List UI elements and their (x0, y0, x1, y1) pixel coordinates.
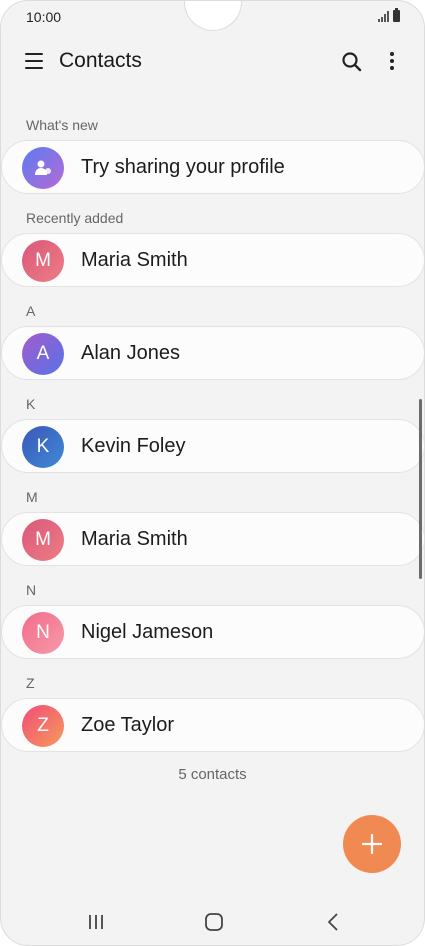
recent-apps-icon[interactable] (87, 913, 105, 931)
status-icons (378, 8, 400, 22)
hamburger-menu-icon[interactable] (25, 53, 43, 69)
contact-card-maria-smith[interactable]: M Maria Smith (1, 512, 424, 566)
section-header-z: Z (26, 675, 35, 691)
phone-screen: 10:00 Contacts What's new Try sharing yo… (0, 0, 425, 946)
back-icon[interactable] (325, 912, 341, 932)
app-bar: Contacts (1, 41, 424, 83)
home-icon[interactable] (204, 912, 224, 932)
scrollbar[interactable] (419, 399, 422, 579)
contact-card-nigel-jameson[interactable]: N Nigel Jameson (1, 605, 424, 659)
contacts-count: 5 contacts (178, 766, 247, 783)
avatar: M (22, 240, 64, 282)
contact-name: Maria Smith (81, 528, 188, 550)
avatar: Z (22, 705, 64, 747)
status-time: 10:00 (26, 9, 62, 25)
contact-name: Maria Smith (81, 249, 188, 271)
battery-icon (393, 8, 400, 22)
status-bar: 10:00 (1, 1, 424, 33)
contact-card-kevin-foley[interactable]: K Kevin Foley (1, 419, 424, 473)
person-share-icon (35, 160, 51, 175)
profile-avatar (22, 147, 64, 189)
signal-icon (378, 11, 389, 22)
add-contact-button[interactable] (343, 815, 401, 873)
share-profile-card[interactable]: Try sharing your profile (1, 140, 424, 194)
avatar: M (22, 519, 64, 561)
search-icon[interactable] (341, 51, 363, 73)
avatar: N (22, 612, 64, 654)
avatar: A (22, 333, 64, 375)
section-header-n: N (26, 582, 37, 598)
contact-name: Alan Jones (81, 342, 180, 364)
avatar: K (22, 426, 64, 468)
section-header-recently-added: Recently added (26, 210, 124, 226)
section-header-k: K (26, 396, 36, 412)
contact-name: Zoe Taylor (81, 714, 175, 736)
plus-icon (361, 833, 383, 855)
contact-name: Kevin Foley (81, 435, 186, 457)
section-header-a: A (26, 303, 36, 319)
page-title: Contacts (59, 49, 142, 72)
contact-name: Nigel Jameson (81, 621, 214, 643)
navigation-bar (1, 901, 424, 945)
share-profile-label: Try sharing your profile (81, 156, 285, 178)
more-vertical-icon[interactable] (382, 51, 402, 71)
section-header-whats-new: What's new (26, 117, 98, 133)
contact-card-maria-smith-recent[interactable]: M Maria Smith (1, 233, 424, 287)
section-header-m: M (26, 489, 38, 505)
contact-card-zoe-taylor[interactable]: Z Zoe Taylor (1, 698, 424, 752)
contact-card-alan-jones[interactable]: A Alan Jones (1, 326, 424, 380)
